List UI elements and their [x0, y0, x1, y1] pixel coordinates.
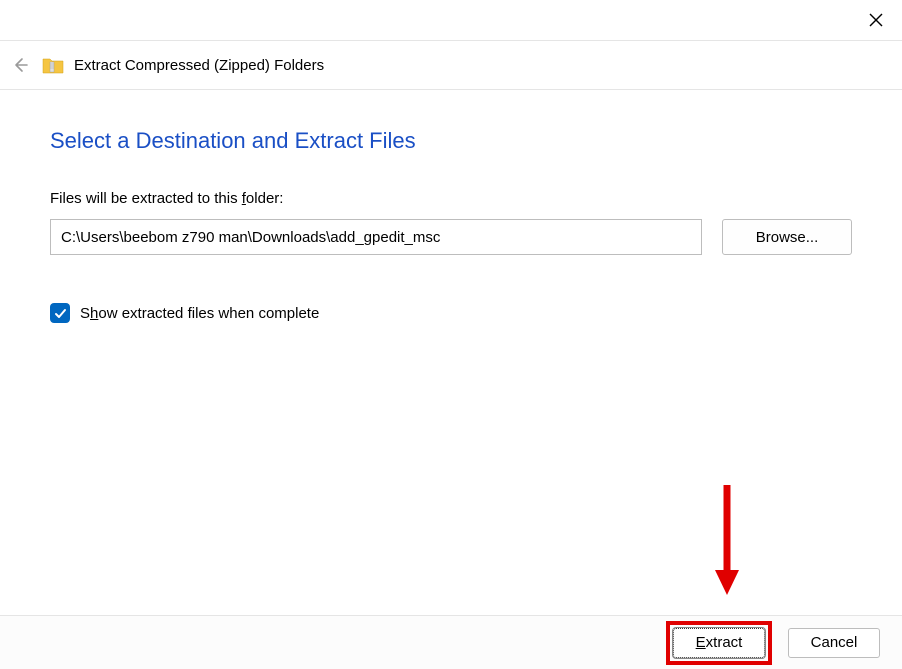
show-files-row: Show extracted files when complete	[50, 303, 852, 323]
close-icon	[869, 13, 883, 27]
show-files-label-post: ow extracted files when complete	[98, 305, 319, 322]
destination-label-pre: Files will be extracted to this	[50, 190, 242, 207]
show-files-checkbox[interactable]	[50, 303, 70, 323]
titlebar	[0, 0, 902, 40]
cancel-button[interactable]: Cancel	[788, 628, 880, 658]
destination-label: Files will be extracted to this folder:	[50, 190, 852, 207]
content-area: Select a Destination and Extract Files F…	[0, 90, 902, 323]
destination-input[interactable]	[50, 219, 702, 255]
destination-row: Browse...	[50, 219, 852, 255]
wizard-title: Extract Compressed (Zipped) Folders	[74, 57, 324, 74]
extract-button[interactable]: Extract	[673, 628, 765, 658]
extract-button-hotkey: E	[696, 634, 706, 651]
arrow-left-icon	[12, 57, 28, 73]
extract-button-text: xtract	[706, 634, 743, 651]
browse-button[interactable]: Browse...	[722, 219, 852, 255]
nav-row: Extract Compressed (Zipped) Folders	[0, 40, 902, 90]
annotation-highlight: Extract	[666, 621, 772, 665]
close-button[interactable]	[862, 6, 890, 34]
destination-label-post: older:	[246, 190, 284, 207]
show-files-label[interactable]: Show extracted files when complete	[80, 305, 319, 322]
check-icon	[54, 307, 67, 320]
show-files-label-pre: S	[80, 305, 90, 322]
annotation-arrow	[712, 480, 742, 600]
page-heading: Select a Destination and Extract Files	[50, 128, 852, 154]
zip-folder-icon	[42, 56, 64, 74]
footer: Extract Cancel	[0, 615, 902, 669]
back-button[interactable]	[8, 53, 32, 77]
